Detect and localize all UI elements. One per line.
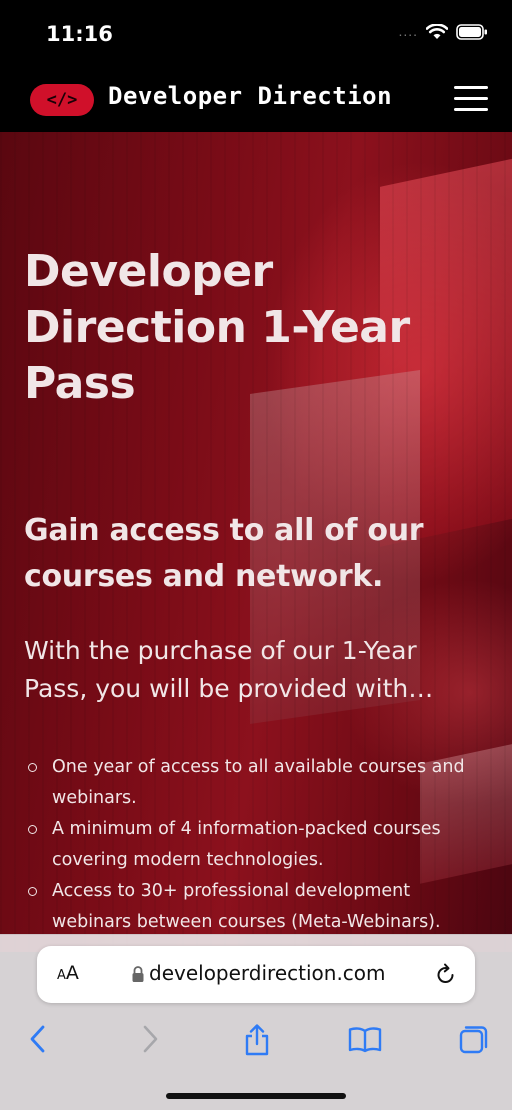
hamburger-icon[interactable] <box>454 86 488 112</box>
battery-icon <box>456 24 488 40</box>
back-arrow-icon[interactable] <box>26 1023 50 1060</box>
wifi-icon <box>426 24 448 40</box>
share-icon[interactable] <box>242 1023 272 1062</box>
list-item: One year of access to all available cour… <box>28 752 482 814</box>
lock-icon <box>131 965 145 988</box>
text-size-small-glyph: A <box>57 968 66 983</box>
home-indicator[interactable] <box>166 1093 346 1099</box>
logo-badge[interactable]: </> <box>30 84 94 116</box>
reload-icon[interactable] <box>435 962 457 991</box>
forward-arrow-icon[interactable] <box>138 1023 162 1060</box>
status-icons: .... <box>398 23 488 40</box>
address-bar[interactable]: AA developerdirection.com <box>37 946 475 1003</box>
benefit-list: One year of access to all available cour… <box>28 752 482 938</box>
hero-subtitle: Gain access to all of our courses and ne… <box>24 513 424 594</box>
site-header: </> Developer Direction <box>0 70 512 132</box>
status-time: 11:16 <box>46 22 113 46</box>
hero-intro: With the purchase of our 1-Year Pass, yo… <box>24 636 434 703</box>
url-text[interactable]: developerdirection.com <box>149 961 386 985</box>
logo-code-glyph: </> <box>46 90 78 110</box>
brand-name[interactable]: Developer Direction <box>108 82 392 110</box>
page-title: Developer Direction 1-Year Pass <box>24 246 410 409</box>
hero-section: Developer Direction 1-Year Pass Gain acc… <box>0 132 512 952</box>
list-item: A minimum of 4 information-packed course… <box>28 814 482 876</box>
text-size-big-glyph: A <box>65 962 79 984</box>
browser-bottom-bar: AA developerdirection.com <box>0 934 512 1110</box>
text-size-button[interactable]: AA <box>57 962 79 984</box>
list-item: Access to 30+ professional development w… <box>28 876 482 938</box>
status-bar: 11:16 .... <box>0 0 512 70</box>
browser-toolbar <box>0 1019 512 1059</box>
bookmarks-icon[interactable] <box>347 1023 383 1060</box>
tabs-icon[interactable] <box>458 1023 490 1060</box>
signal-indicator: .... <box>398 23 418 39</box>
